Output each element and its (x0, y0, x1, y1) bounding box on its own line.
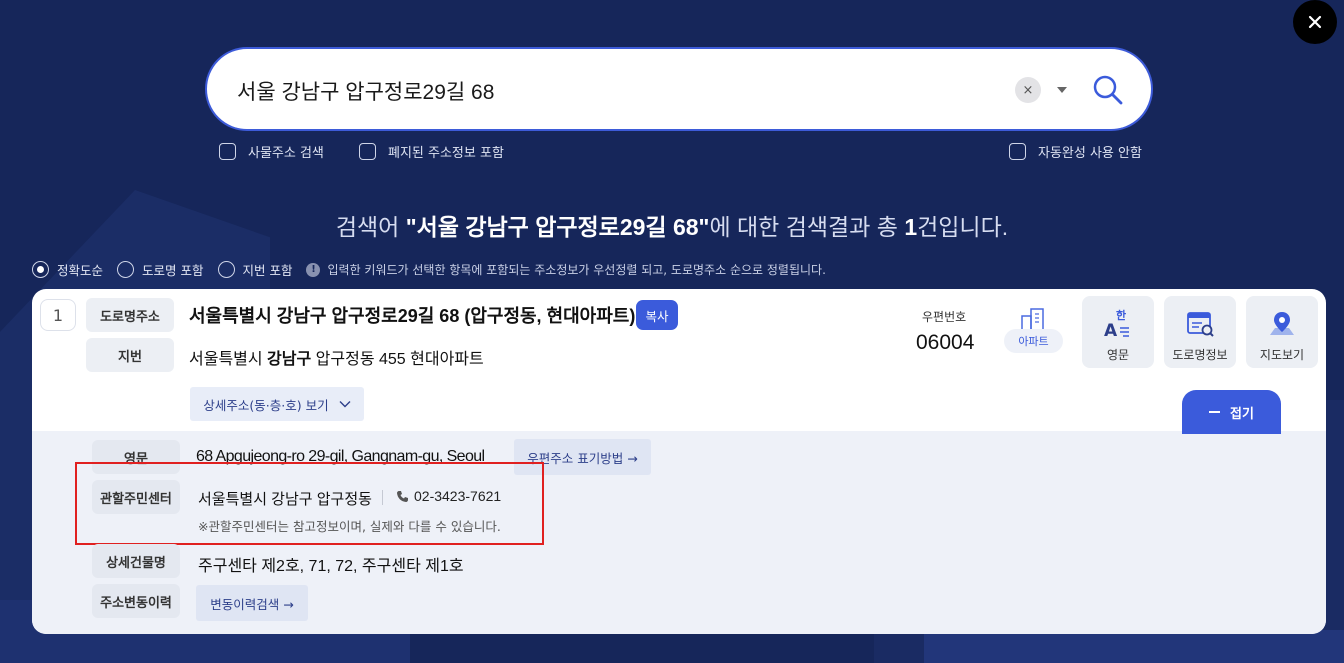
clear-search-button[interactable]: × (1015, 77, 1041, 103)
map-view-button[interactable]: 지도보기 (1246, 296, 1318, 368)
jibun-address-prefix: 서울특별시 (189, 351, 268, 368)
road-info-icon (1187, 312, 1214, 337)
tool-label: 영문 (1106, 348, 1130, 362)
sort-jibun-radio[interactable]: 지번 포함 (217, 260, 293, 279)
checkbox-label: 폐지된 주소정보 포함 (388, 146, 504, 161)
radio-label: 지번 포함 (242, 263, 293, 278)
sort-accuracy-radio[interactable]: 정확도순 (32, 260, 103, 279)
road-address-label: 도로명주소 (86, 298, 174, 332)
include-abolished-checkbox[interactable]: 폐지된 주소정보 포함 (359, 142, 504, 161)
search-input[interactable]: 서울 강남구 압구정로29길 68 (237, 76, 494, 106)
building-icon (1021, 308, 1044, 331)
checkbox-box[interactable] (219, 143, 236, 160)
radio-circle[interactable] (217, 261, 235, 278)
postal-code: 06004 (916, 331, 975, 354)
fold-button[interactable]: 접기 (1182, 390, 1281, 434)
checkbox-label: 자동완성 사용 안함 (1038, 146, 1142, 161)
close-icon (1308, 15, 1322, 29)
office-search-checkbox[interactable]: 사물주소 검색 (219, 142, 324, 161)
search-icon[interactable] (1091, 73, 1125, 107)
history-label: 주소변동이력 (92, 584, 180, 618)
result-summary: 검색어 "서울 강남구 압구정로29길 68"에 대한 검색결과 총 1건입니다… (0, 208, 1344, 242)
result-count: 1 (904, 214, 918, 240)
tool-label: 도로명정보 (1172, 348, 1228, 362)
translate-icon: 한 A (1104, 309, 1129, 339)
checkbox-box[interactable] (1009, 143, 1026, 160)
tool-label: 지도보기 (1259, 348, 1305, 362)
jibun-label: 지번 (86, 338, 174, 372)
chevron-down-icon[interactable] (1057, 87, 1067, 93)
detail-address-button[interactable]: 상세주소(동·층·호) 보기 (190, 387, 364, 421)
svg-text:한: 한 (1116, 309, 1126, 322)
building-names: 주구센타 제2호, 71, 72, 주구센타 제1호 (198, 558, 464, 575)
radio-label: 도로명 포함 (142, 263, 204, 278)
result-summary-keyword: "서울 강남구 압구정로29길 68" (405, 214, 710, 240)
minus-icon (1209, 411, 1221, 413)
sort-road-radio[interactable]: 도로명 포함 (117, 260, 204, 279)
building-type-badge: 아파트 (1004, 329, 1063, 353)
jibun-address-district: 강남구 (267, 351, 312, 368)
radio-circle[interactable] (117, 261, 135, 278)
jibun-address-rest: 압구정동 455 현대아파트 (311, 351, 484, 368)
map-pin-icon (1270, 312, 1294, 335)
checkbox-box[interactable] (359, 143, 376, 160)
disable-autocomplete-checkbox[interactable]: 자동완성 사용 안함 (1009, 142, 1142, 161)
checkbox-label: 사물주소 검색 (248, 146, 324, 161)
road-info-button[interactable]: 도로명정보 (1164, 296, 1236, 368)
highlight-box (75, 462, 544, 545)
postal-code-label: 우편번호 (922, 310, 967, 324)
close-button[interactable] (1293, 0, 1337, 44)
history-search-link[interactable]: 변동이력검색 → (196, 585, 308, 621)
road-address: 서울특별시 강남구 압구정로29길 68 (압구정동, 현대아파트) (189, 306, 636, 326)
radio-label: 정확도순 (57, 263, 104, 278)
chevron-down-icon (339, 401, 351, 408)
result-summary-mid: 에 대한 검색결과 총 (709, 214, 905, 240)
info-icon: ! (306, 262, 321, 277)
svg-text:A: A (1104, 321, 1118, 339)
sort-note: 입력한 키워드가 선택한 항목에 포함되는 주소정보가 우선정렬 되고, 도로명… (327, 263, 826, 277)
fold-button-label: 접기 (1230, 406, 1254, 422)
radio-circle[interactable] (32, 261, 49, 278)
sort-options: 정확도순 도로명 포함 지번 포함 ! 입력한 키워드가 선택한 항목에 포함되… (32, 260, 826, 279)
search-box[interactable]: 서울 강남구 압구정로29길 68 × (205, 47, 1153, 131)
copy-button[interactable]: 복사 (636, 300, 678, 330)
result-card: 1 도로명주소 서울특별시 강남구 압구정로29길 68 (압구정동, 현대아파… (32, 289, 1326, 634)
result-index: 1 (40, 299, 76, 331)
english-address-button[interactable]: 한 A 영문 (1082, 296, 1154, 368)
result-summary-prefix: 검색어 (335, 214, 406, 240)
detail-address-button-label: 상세주소(동·층·호) 보기 (203, 397, 329, 413)
jibun-address: 서울특별시 강남구 압구정동 455 현대아파트 (189, 345, 484, 369)
building-name-label: 상세건물명 (92, 544, 180, 578)
result-summary-suffix: 건입니다. (917, 214, 1009, 240)
background-shape (924, 630, 1344, 663)
